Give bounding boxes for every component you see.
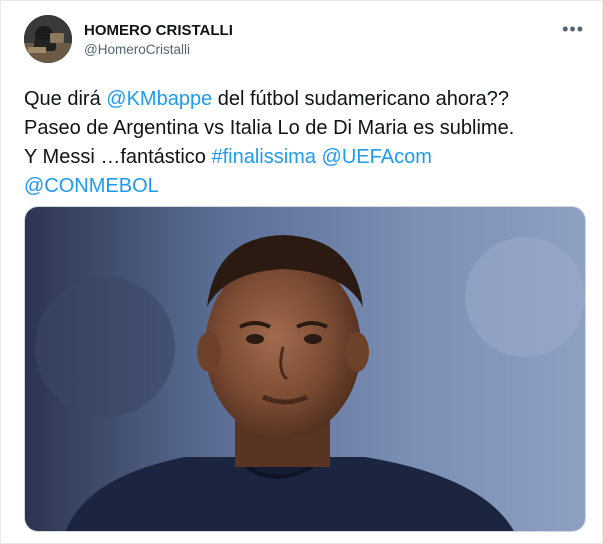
tweet-text-segment: Paseo de Argentina vs Italia Lo de Di Ma…: [24, 117, 515, 139]
more-options-icon[interactable]: •••: [562, 19, 584, 40]
author-name[interactable]: HOMERO CRISTALLI: [84, 22, 233, 39]
tweet-header: HOMERO CRISTALLI @HomeroCristalli •••: [24, 15, 584, 65]
hashtag-link-finalissima[interactable]: #finalissima: [211, 146, 315, 168]
author-avatar[interactable]: [24, 15, 72, 63]
mention-link-uefacom[interactable]: @UEFAcom: [322, 146, 432, 168]
tweet-card: HOMERO CRISTALLI @HomeroCristalli ••• Qu…: [0, 0, 603, 544]
tweet-text-segment: Y Messi …fantástico: [24, 146, 212, 168]
tweet-text: Que dirá @KMbappe del fútbol sudamerican…: [24, 85, 589, 201]
avatar-photo-icon: [24, 15, 72, 63]
tweet-text-segment: del fútbol sudamericano ahora??: [212, 88, 510, 110]
author-handle[interactable]: @HomeroCristalli: [84, 42, 190, 57]
tweet-text-segment: Que dirá: [24, 88, 107, 110]
player-photo: [25, 207, 585, 531]
tweet-media-image[interactable]: [24, 206, 586, 532]
mention-link-conmebol[interactable]: @CONMEBOL: [24, 175, 159, 197]
mention-link-kmbappe[interactable]: @KMbappe: [106, 88, 212, 110]
